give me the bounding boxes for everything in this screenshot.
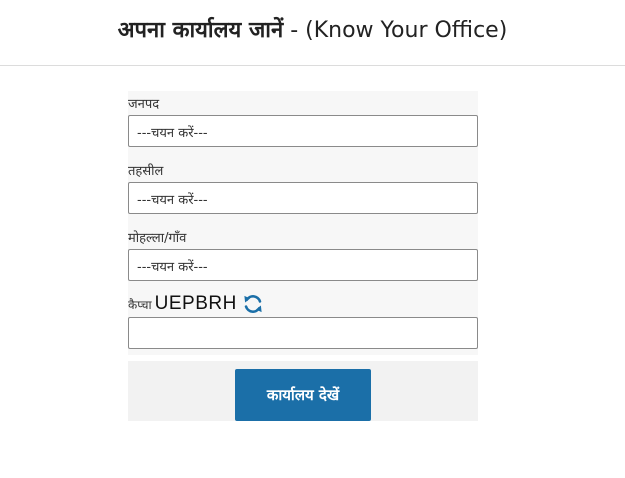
view-office-button[interactable]: कार्यालय देखें <box>235 369 371 421</box>
locality-select[interactable]: ---चयन करें--- <box>128 249 478 281</box>
tehsil-select-value: ---चयन करें--- <box>137 193 208 208</box>
page-title: अपना कार्यालय जानें - (Know Your Office) <box>0 14 625 44</box>
locality-label: मोहल्ला/गाँव <box>128 231 187 246</box>
page-header: अपना कार्यालय जानें - (Know Your Office) <box>0 0 625 66</box>
district-select[interactable]: ---चयन करें--- <box>128 115 478 147</box>
tehsil-select[interactable]: ---चयन करें--- <box>128 182 478 214</box>
page-title-hindi: अपना कार्यालय जानें <box>117 18 284 43</box>
captcha-code: UEPBRH <box>154 293 237 314</box>
refresh-icon[interactable] <box>242 293 264 315</box>
district-label: जनपद <box>128 97 160 112</box>
district-select-value: ---चयन करें--- <box>137 126 208 141</box>
locality-select-value: ---चयन करें--- <box>137 260 208 275</box>
captcha-input[interactable] <box>128 317 478 349</box>
captcha-row: कैप्चा UEPBRH <box>128 292 264 316</box>
captcha-label: कैप्चा <box>128 297 152 312</box>
page-title-english: - (Know Your Office) <box>290 18 508 43</box>
tehsil-label: तहसील <box>128 164 164 179</box>
